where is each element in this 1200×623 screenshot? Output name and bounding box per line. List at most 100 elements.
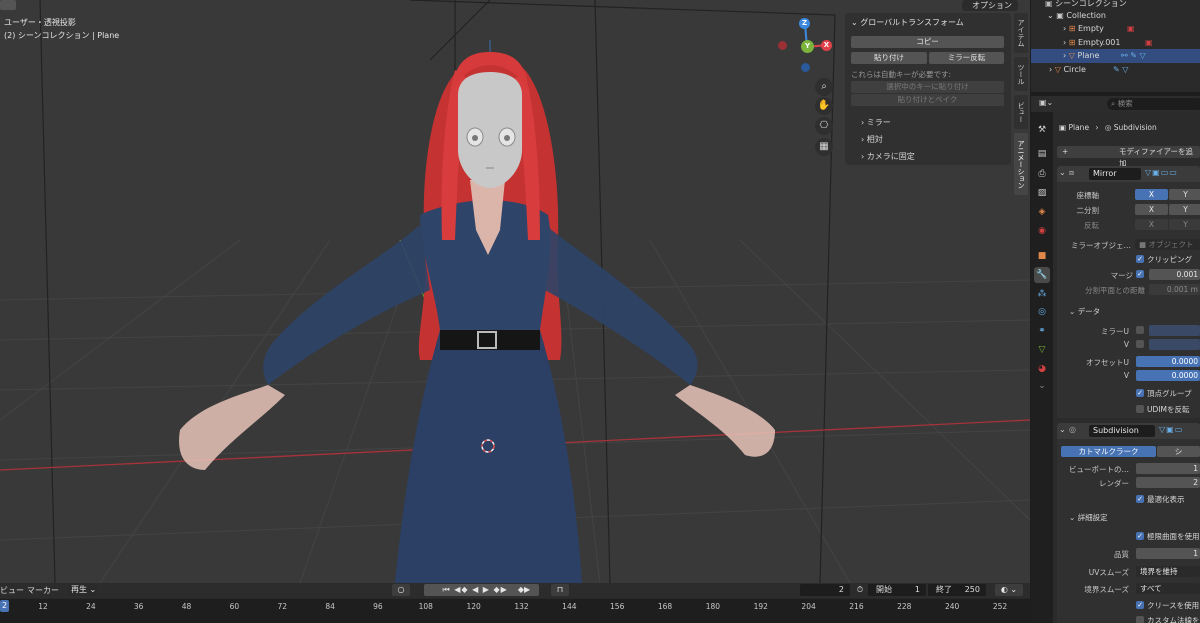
chevron-down-icon[interactable]: ⌄ [1059, 168, 1066, 177]
options-button[interactable]: オプション [962, 0, 1018, 11]
outliner-item-circle[interactable]: › ▽ Circle ✎ ▽ [1031, 63, 1200, 77]
bisect-x-toggle[interactable]: X [1135, 204, 1168, 215]
flip-y-toggle[interactable]: Y [1169, 219, 1200, 230]
tab-tool[interactable]: ツール [1014, 57, 1028, 91]
bisect-distance-field[interactable]: 0.001 m [1149, 284, 1200, 295]
data-subpanel[interactable]: ⌄ データ [1069, 306, 1100, 317]
frame-cursor[interactable]: 2 [0, 600, 9, 612]
chevron-down-icon[interactable]: ⌄ [851, 18, 858, 27]
bisect-y-toggle[interactable]: Y [1169, 204, 1200, 215]
menu-view[interactable]: ビュー [0, 585, 24, 596]
gizmo-neg-z-icon[interactable] [801, 63, 810, 72]
chevron-right-icon[interactable]: › [1049, 65, 1052, 74]
editor-type-icon[interactable]: ▣⌄ [1039, 98, 1053, 107]
current-frame-field[interactable]: 2 [800, 584, 850, 596]
scene-tab-icon[interactable]: ◈ [1034, 204, 1050, 220]
clipping-checkbox[interactable]: ✓ [1136, 255, 1144, 263]
merge-checkbox[interactable]: ✓ [1136, 270, 1144, 278]
subpanel-relative[interactable]: › 相対 [861, 134, 883, 145]
view-layer-tab-icon[interactable]: ▨ [1034, 185, 1050, 201]
pan-hand-icon[interactable]: ✋ [815, 97, 833, 115]
mirror-flip-button[interactable]: ミラー反転 [929, 52, 1004, 64]
gizmo-neg-x-icon[interactable] [778, 41, 787, 50]
navigation-gizmo[interactable]: Z Y X [775, 15, 835, 75]
outliner-item-plane[interactable]: › ▽ Plane ⚯ ✎ ▽ [1031, 49, 1200, 63]
world-tab-icon[interactable]: ◉ [1034, 223, 1050, 239]
editor-type-icon[interactable] [0, 0, 16, 10]
add-modifier-button[interactable]: + モディファイアーを追加 [1057, 146, 1200, 168]
tool-tab-icon[interactable]: ⚒ [1034, 122, 1050, 138]
material-tab-icon[interactable]: ◕ [1034, 361, 1050, 377]
render-tab-icon[interactable]: ▤ [1034, 146, 1050, 162]
start-frame-field[interactable]: 開始 1 [868, 584, 926, 596]
custom-normals-checkbox[interactable] [1136, 616, 1144, 623]
vertex-groups-checkbox[interactable]: ✓ [1136, 389, 1144, 397]
chevron-down-icon[interactable]: ⌄ [1047, 11, 1054, 20]
end-frame-field[interactable]: 終了 250 [928, 584, 986, 596]
subpanel-mirror[interactable]: › ミラー [861, 117, 891, 128]
quality-field[interactable]: 1 [1136, 548, 1200, 559]
offset-v-field[interactable]: 0.0000 [1136, 370, 1200, 381]
gizmo-x-icon[interactable]: X [821, 40, 832, 51]
chevron-down-icon[interactable]: ⌄ [1059, 425, 1066, 434]
data-tab-icon[interactable]: ▽ [1034, 342, 1050, 358]
modifier-toggle-icons[interactable]: ▽▣▭ [1159, 425, 1183, 434]
advanced-subpanel[interactable]: ⌄ 詳細設定 [1069, 512, 1108, 523]
constraints-tab-icon[interactable]: ⚭ [1034, 323, 1050, 339]
paste-button[interactable]: 貼り付け [851, 52, 927, 64]
subdivision-modifier-header[interactable]: ⌄ ◎ Subdivision ▽▣▭ [1057, 423, 1200, 439]
3d-viewport[interactable]: ユーザー・透視投影 (2) シーンコレクション | Plane オプション Z … [0, 0, 1030, 583]
outliner-item-empty[interactable]: › ⊞ Empty ▣ [1031, 22, 1200, 36]
perspective-grid-icon[interactable]: ▦ [815, 138, 833, 156]
output-tab-icon[interactable]: ⎙ [1034, 166, 1050, 182]
paste-and-bake-button[interactable]: 貼り付けとベイク [851, 94, 1004, 106]
menu-playback[interactable]: 再生 ⌄ [67, 584, 97, 596]
chevron-down-icon[interactable]: ⌄ [1034, 378, 1050, 394]
modifier-toggle-icons[interactable]: ▽▣▭▭ [1145, 168, 1178, 177]
subpanel-camera-lock[interactable]: › カメラに固定 [861, 151, 915, 162]
chevron-right-icon[interactable]: › [1063, 38, 1066, 47]
mirror-v-checkbox[interactable] [1136, 340, 1144, 348]
tab-item[interactable]: アイテム [1014, 13, 1028, 53]
timeline-ruler[interactable]: 2 12 24 36 48 60 72 84 96 108 120 132 144 156 168 180 1… [0, 599, 1030, 623]
keyframe-jump-icon[interactable]: ◆▶ [509, 584, 539, 596]
object-tab-icon[interactable]: ■ [1034, 248, 1050, 264]
subdivision-name-field[interactable]: Subdivision [1089, 425, 1155, 437]
limit-surface-checkbox[interactable]: ✓ [1136, 532, 1144, 540]
camera-icon[interactable]: ⎔ [815, 117, 833, 135]
use-creases-checkbox[interactable]: ✓ [1136, 601, 1144, 609]
axis-x-toggle[interactable]: X [1135, 189, 1168, 200]
flip-x-toggle[interactable]: X [1135, 219, 1168, 230]
simple-toggle[interactable]: シ [1157, 446, 1200, 457]
particles-tab-icon[interactable]: ⁂ [1034, 286, 1050, 302]
auto-keying-icon[interactable]: ○ [392, 584, 410, 596]
timeline-editor[interactable]: ビュー マーカー 再生 ⌄ ○ ⏮ ◀◆ ◀ ▶ ◆▶ ⏭ ◆▶ ⊓ 2 ⏱ 開… [0, 583, 1030, 623]
gizmo-z-icon[interactable]: Z [799, 18, 810, 29]
mirror-v-field[interactable] [1149, 339, 1200, 350]
catmull-clark-toggle[interactable]: カトマルクラーク [1061, 446, 1156, 457]
tab-view[interactable]: ビュー [1014, 95, 1028, 129]
physics-tab-icon[interactable]: ◎ [1034, 304, 1050, 320]
mirror-object-field[interactable]: ■ オブジェクト [1135, 239, 1200, 250]
viewport-levels-field[interactable]: 1 [1136, 463, 1200, 474]
optimal-display-checkbox[interactable]: ✓ [1136, 495, 1144, 503]
uv-smooth-dropdown[interactable]: 境界を維持 [1136, 566, 1200, 577]
axis-y-toggle[interactable]: Y [1169, 189, 1200, 200]
render-levels-field[interactable]: 2 [1136, 477, 1200, 488]
outliner-collection[interactable]: ⌄ ▣ Collection [1031, 9, 1200, 23]
boundary-smooth-dropdown[interactable]: すべて [1136, 583, 1200, 594]
mirror-u-checkbox[interactable] [1136, 326, 1144, 334]
stopwatch-icon[interactable]: ⏱ [854, 584, 866, 596]
mirror-u-field[interactable] [1149, 325, 1200, 336]
zoom-icon[interactable]: ⌕ [815, 78, 833, 96]
search-input[interactable]: ⌕ 検索 [1107, 98, 1200, 110]
copy-button[interactable]: コピー [851, 36, 1004, 48]
paste-selected-keys-button[interactable]: 選択中のキーに貼り付け [851, 81, 1004, 93]
lock-icon[interactable]: ⊓ [551, 584, 569, 596]
outliner[interactable]: ▣ シーンコレクション ⌄ ▣ Collection › ⊞ Empty ▣ ›… [1031, 0, 1200, 92]
udim-flip-checkbox[interactable] [1136, 405, 1144, 413]
tab-animation[interactable]: アニメーション [1014, 133, 1028, 195]
gizmo-y-icon[interactable]: Y [801, 40, 814, 53]
merge-distance-field[interactable]: 0.001 [1149, 269, 1200, 280]
outliner-item-empty-001[interactable]: › ⊞ Empty.001 ▣ [1031, 36, 1200, 50]
